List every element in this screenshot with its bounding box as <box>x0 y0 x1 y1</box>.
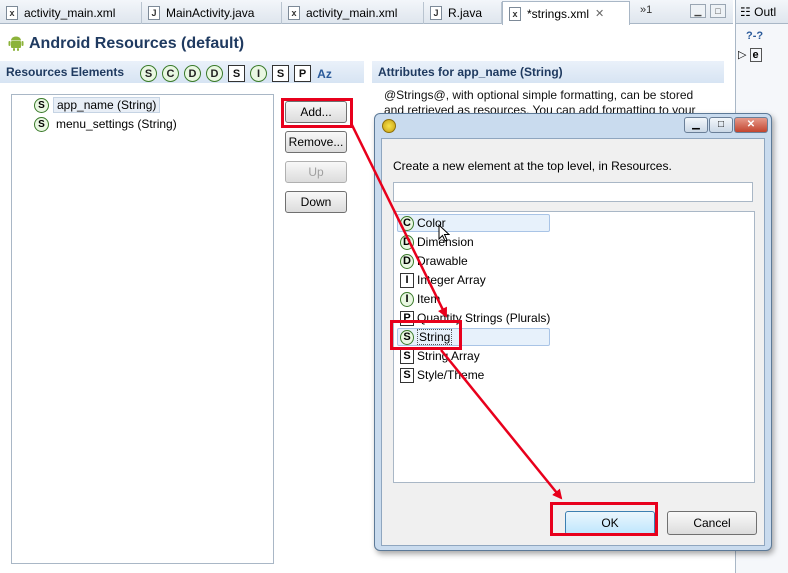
outline-tab-label: Outl <box>754 5 777 19</box>
tab-label: activity_main.xml <box>24 6 116 20</box>
item-filter-icon[interactable]: I <box>250 65 267 82</box>
attributes-section-header: Attributes for app_name (String) <box>372 61 724 83</box>
color-icon: C <box>400 215 414 231</box>
dialog-prompt: Create a new element at the top level, i… <box>393 159 672 173</box>
ok-button[interactable]: OK <box>565 511 655 535</box>
close-icon[interactable]: ✕ <box>595 7 604 20</box>
attributes-heading: Attributes for app_name (String) <box>378 65 563 79</box>
outline-row[interactable]: ▷ e <box>738 48 762 62</box>
outline-row[interactable]: ?-? <box>746 30 763 42</box>
editor-header: Android Resources (default) <box>0 25 733 61</box>
tab-r-java[interactable]: J R.java <box>424 2 502 24</box>
eclipse-icon <box>382 119 396 133</box>
list-item-label: String Array <box>417 349 480 363</box>
plurals-filter-icon[interactable]: P <box>294 65 311 82</box>
resources-heading: Resources Elements <box>6 65 125 79</box>
java-file-icon: J <box>148 6 160 20</box>
style-filter-icon[interactable]: S <box>272 65 289 82</box>
minimize-icon[interactable]: ▁ <box>690 4 706 18</box>
integer-array-icon: I <box>400 272 414 288</box>
xml-file-icon: x <box>6 6 18 20</box>
tree-item-menu-settings[interactable]: S menu_settings (String) <box>34 115 180 133</box>
page-title: Android Resources (default) <box>29 35 245 52</box>
string-resource-icon: S <box>34 116 49 132</box>
expand-icon[interactable]: ▷ <box>738 49 746 61</box>
mouse-cursor-icon <box>438 224 450 242</box>
dialog-titlebar[interactable]: ▁ □ ✕ <box>375 114 771 136</box>
drawable-filter-icon[interactable]: D <box>206 65 223 82</box>
tab-activity-main-xml[interactable]: x activity_main.xml <box>0 2 142 24</box>
list-item-style-theme[interactable]: S Style/Theme <box>400 366 484 384</box>
tree-item-label: menu_settings (String) <box>56 117 177 131</box>
maximize-icon[interactable]: □ <box>710 4 726 18</box>
filter-toolbar: S C D D S I S P Az <box>140 65 333 82</box>
list-item-string[interactable]: S String <box>400 328 453 346</box>
xml-file-icon: x <box>288 6 300 20</box>
java-file-icon: J <box>430 6 442 20</box>
string-icon: S <box>400 329 414 345</box>
string-array-filter-icon[interactable]: S <box>228 65 245 82</box>
list-item-label: Item <box>417 292 441 306</box>
tab-overflow-indicator[interactable]: »1 <box>640 4 652 16</box>
list-item-label: Integer Array <box>417 273 486 287</box>
cancel-button[interactable]: Cancel <box>667 511 757 535</box>
xml-file-icon: x <box>509 6 521 21</box>
element-type-list: C Color D Dimension D Drawable I Integer… <box>393 211 755 483</box>
list-item-label: String <box>417 329 453 345</box>
down-button[interactable]: Down <box>285 191 347 213</box>
resources-tree: S app_name (String) S menu_settings (Str… <box>11 94 274 564</box>
item-icon: I <box>400 291 414 307</box>
tab-label: activity_main.xml <box>306 6 398 20</box>
add-button[interactable]: Add... <box>285 101 347 123</box>
list-item-label: Style/Theme <box>417 368 485 382</box>
outline-row-label: ?-? <box>746 30 764 42</box>
description-line: @Strings@, with optional simple formatti… <box>384 88 694 102</box>
string-array-icon: S <box>400 348 414 364</box>
list-item-drawable[interactable]: D Drawable <box>400 252 468 270</box>
outline-tab[interactable]: ☷ Outl <box>736 0 788 24</box>
close-icon[interactable]: ✕ <box>734 117 768 133</box>
list-item-plurals[interactable]: P Quantity Strings (Plurals) <box>400 309 550 327</box>
dimension-icon: D <box>400 234 414 250</box>
color-filter-icon[interactable]: C <box>162 65 179 82</box>
list-item-item[interactable]: I Item <box>400 290 440 308</box>
list-item-label: Quantity Strings (Plurals) <box>417 311 551 325</box>
tree-item-app-name[interactable]: S app_name (String) <box>34 96 161 114</box>
string-resource-icon: S <box>34 97 49 113</box>
string-filter-icon[interactable]: S <box>140 65 157 82</box>
tab-strings-xml[interactable]: x *strings.xml ✕ <box>502 1 630 25</box>
minimize-icon[interactable]: ▁ <box>684 117 708 133</box>
outline-row-label: e <box>749 48 762 62</box>
list-item-integer-array[interactable]: I Integer Array <box>400 271 486 289</box>
outline-icon: ☷ <box>740 5 751 19</box>
list-item-label: Drawable <box>417 254 468 268</box>
drawable-icon: D <box>400 253 414 269</box>
new-element-dialog: ▁ □ ✕ Create a new element at the top le… <box>374 113 772 551</box>
dimension-filter-icon[interactable]: D <box>184 65 201 82</box>
tree-item-label: app_name (String) <box>53 97 161 113</box>
list-item-string-array[interactable]: S String Array <box>400 347 480 365</box>
tab-label: *strings.xml <box>527 6 590 21</box>
list-item-dimension[interactable]: D Dimension <box>400 233 474 251</box>
maximize-icon[interactable]: □ <box>709 117 733 133</box>
tab-activity-main-xml-2[interactable]: x activity_main.xml <box>282 2 424 24</box>
up-button[interactable]: Up <box>285 161 347 183</box>
filter-input[interactable] <box>393 182 753 202</box>
remove-button[interactable]: Remove... <box>285 131 347 153</box>
sort-icon[interactable]: Az <box>316 65 333 82</box>
editor-tab-bar: x activity_main.xml J MainActivity.java … <box>0 0 733 25</box>
tab-main-activity-java[interactable]: J MainActivity.java <box>142 2 282 24</box>
android-icon <box>8 36 24 51</box>
tab-label: MainActivity.java <box>166 6 255 20</box>
dialog-body: Create a new element at the top level, i… <box>381 138 765 546</box>
tab-label: R.java <box>448 6 483 20</box>
plurals-icon: P <box>400 310 414 326</box>
style-icon: S <box>400 367 414 383</box>
